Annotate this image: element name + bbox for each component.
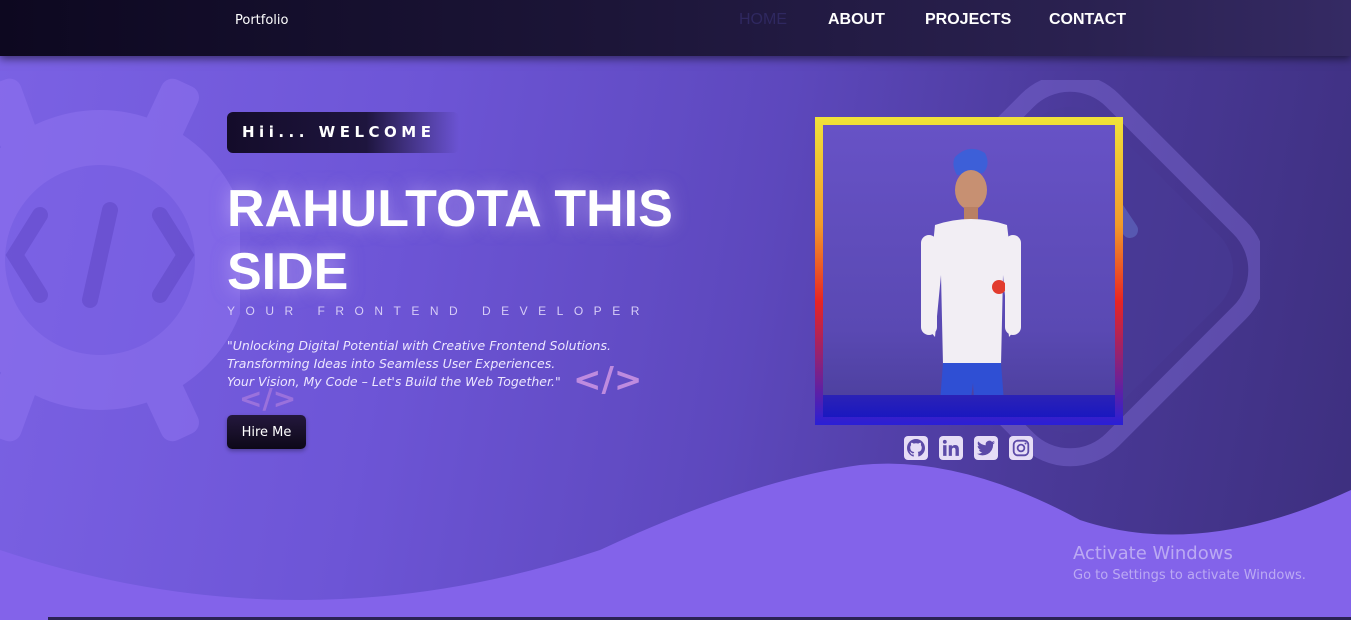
tagline-line: "Unlocking Digital Potential with Creati… xyxy=(227,338,611,353)
nav-projects-link[interactable]: PROJECTS xyxy=(925,11,1011,29)
brand-logo[interactable]: Portfolio xyxy=(235,13,288,28)
activate-windows-watermark: Activate Windows Go to Settings to activ… xyxy=(1073,543,1306,587)
watermark-title: Activate Windows xyxy=(1073,543,1233,564)
gear-code-illustration xyxy=(0,78,240,442)
tagline-line: Your Vision, My Code – Let's Build the W… xyxy=(227,374,561,389)
linkedin-icon[interactable] xyxy=(939,436,963,460)
watermark-subtitle: Go to Settings to activate Windows. xyxy=(1073,568,1306,583)
nav-home-link[interactable]: HOME xyxy=(739,11,787,29)
hero-tagline: "Unlocking Digital Potential with Creati… xyxy=(227,337,611,391)
welcome-badge: Hii... WELCOME xyxy=(227,112,459,153)
profile-photo-frame xyxy=(815,117,1123,425)
tagline-line: Transforming Ideas into Seamless User Ex… xyxy=(227,356,556,371)
hero-subtitle: YOUR FRONTEND DEVELOPER xyxy=(227,304,650,318)
bottom-wave xyxy=(0,463,1351,620)
navbar: Portfolio HOME ABOUT PROJECTS CONTACT xyxy=(0,0,1351,56)
twitter-icon[interactable] xyxy=(974,436,998,460)
photo-bottom-band xyxy=(823,395,1115,417)
hero-title: RAHULTOTA THIS SIDE xyxy=(227,180,673,301)
github-icon[interactable] xyxy=(904,436,928,460)
nav-about-link[interactable]: ABOUT xyxy=(828,11,885,29)
instagram-icon[interactable] xyxy=(1009,436,1033,460)
hire-me-button[interactable]: Hire Me xyxy=(227,415,306,449)
person-figure xyxy=(921,148,1021,415)
nav-contact-link[interactable]: CONTACT xyxy=(1049,11,1126,29)
profile-photo xyxy=(823,125,1115,417)
